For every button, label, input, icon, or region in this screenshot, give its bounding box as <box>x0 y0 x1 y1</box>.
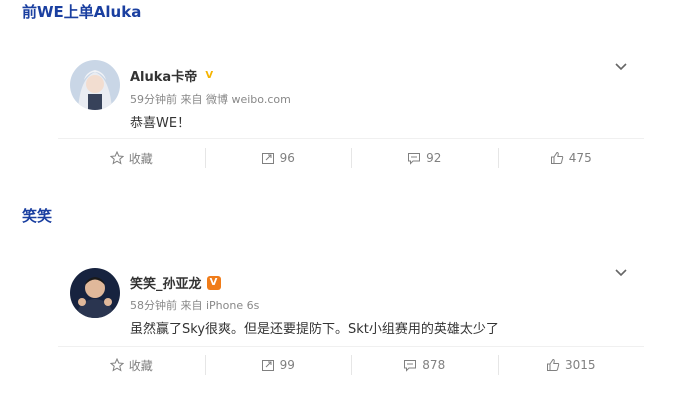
comment-icon <box>404 360 417 372</box>
post-meta: 58分钟前 来自 iPhone 6s <box>130 299 260 312</box>
star-icon <box>109 358 124 372</box>
weibo-post: 笑笑_孙亚龙 V 58分钟前 来自 iPhone 6s 虽然赢了Sky很爽。但是… <box>58 256 644 396</box>
post-meta: 59分钟前 来自 微博 weibo.com <box>130 93 291 106</box>
favorite-button[interactable]: 收藏 <box>58 143 205 173</box>
repost-button[interactable]: 99 <box>204 350 352 380</box>
verified-badge: V <box>206 275 221 290</box>
action-bar: 收藏 99 878 3015 <box>58 350 644 380</box>
comment-button[interactable]: 878 <box>351 350 498 380</box>
avatar[interactable] <box>70 268 120 318</box>
like-count: 3015 <box>564 358 596 372</box>
verified-badge: V <box>205 70 214 81</box>
comment-count: 878 <box>422 358 446 372</box>
favorite-label: 收藏 <box>128 151 153 166</box>
star-icon <box>109 151 124 165</box>
repost-count: 99 <box>279 358 295 372</box>
comment-count: 92 <box>426 151 442 165</box>
thumbs-up-icon <box>550 151 564 164</box>
like-button[interactable]: 475 <box>497 143 645 173</box>
divider <box>58 346 644 347</box>
author-name-text: 笑笑_孙亚龙 <box>130 277 202 292</box>
divider <box>58 138 644 139</box>
author-name[interactable]: 笑笑_孙亚龙 V <box>130 273 221 292</box>
post-text: 恭喜WE！ <box>130 116 191 131</box>
comment-icon <box>408 153 421 165</box>
like-button[interactable]: 3015 <box>497 350 645 380</box>
repost-icon <box>261 153 274 164</box>
action-bar: 收藏 96 92 475 <box>58 143 644 173</box>
repost-button[interactable]: 96 <box>204 143 352 173</box>
chevron-down-icon[interactable] <box>614 266 628 280</box>
author-name-text: Aluka卡帝 <box>130 70 198 85</box>
author-name[interactable]: Aluka卡帝 V <box>130 66 216 85</box>
section-heading: 笑笑 <box>22 207 53 225</box>
section-heading: 前WE上单Aluka <box>22 3 142 21</box>
thumbs-up-icon <box>546 358 560 371</box>
avatar[interactable] <box>70 60 120 110</box>
like-count: 475 <box>568 151 592 165</box>
chevron-down-icon[interactable] <box>614 60 628 74</box>
repost-count: 96 <box>279 151 295 165</box>
post-text: 虽然赢了Sky很爽。但是还要提防下。Skt小组赛用的英雄太少了 <box>130 322 499 337</box>
favorite-label: 收藏 <box>128 358 153 373</box>
favorite-button[interactable]: 收藏 <box>58 350 205 380</box>
weibo-post: Aluka卡帝 V 59分钟前 来自 微博 weibo.com 恭喜WE！ 收藏… <box>58 48 644 184</box>
repost-icon <box>261 360 274 371</box>
comment-button[interactable]: 92 <box>351 143 498 173</box>
